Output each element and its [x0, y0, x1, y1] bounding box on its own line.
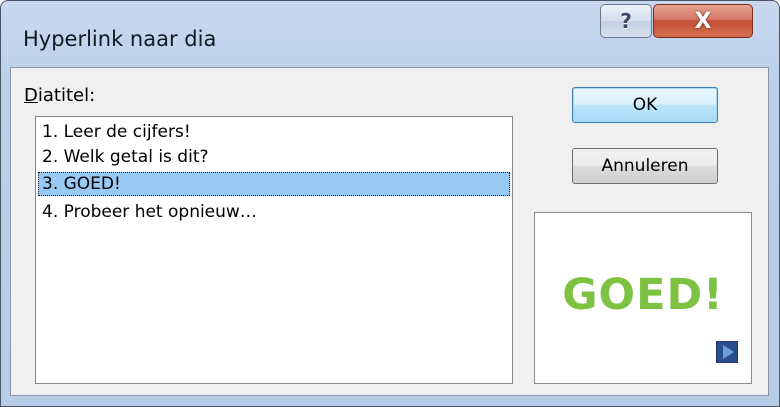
- help-icon: ?: [620, 9, 632, 33]
- list-item[interactable]: 2. Welk getal is dit?: [38, 145, 510, 169]
- title-bar[interactable]: Hyperlink naar dia ? X: [1, 1, 779, 67]
- close-icon: X: [694, 8, 712, 34]
- slide-title-label: Diatitel:: [24, 85, 95, 106]
- close-button[interactable]: X: [653, 4, 753, 38]
- slide-title-label-accesskey: D: [24, 85, 38, 106]
- slide-preview-text: GOED!: [562, 270, 724, 320]
- ok-button[interactable]: OK: [572, 87, 718, 123]
- list-item-selected[interactable]: 3. GOED!: [38, 172, 510, 196]
- help-button[interactable]: ?: [600, 4, 652, 38]
- dialog-window: Hyperlink naar dia ? X Diatitel: 1. Leer…: [0, 0, 780, 407]
- list-item[interactable]: 1. Leer de cijfers!: [38, 120, 510, 144]
- slide-list[interactable]: 1. Leer de cijfers! 2. Welk getal is dit…: [35, 116, 513, 384]
- dialog-title: Hyperlink naar dia: [23, 27, 217, 51]
- slide-preview: GOED!: [534, 212, 752, 384]
- list-item[interactable]: 4. Probeer het opnieuw…: [38, 200, 510, 224]
- play-arrow-icon: [716, 341, 738, 363]
- slide-title-label-text: iatitel:: [37, 85, 96, 106]
- cancel-button[interactable]: Annuleren: [572, 148, 718, 184]
